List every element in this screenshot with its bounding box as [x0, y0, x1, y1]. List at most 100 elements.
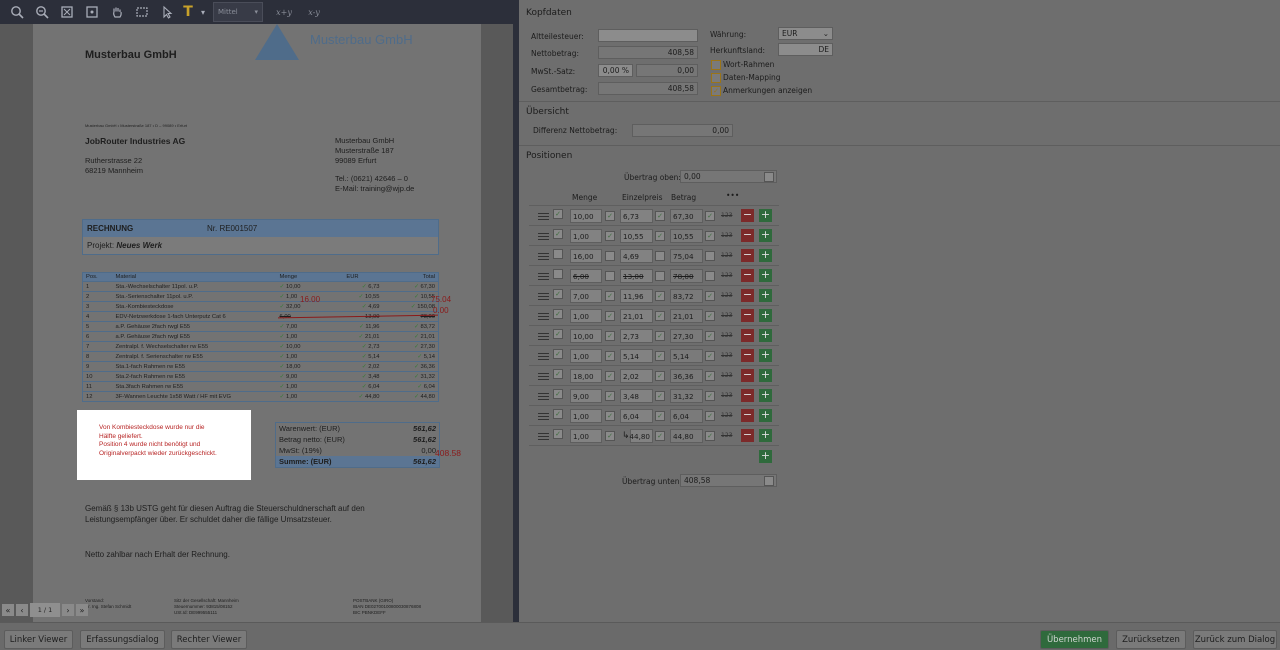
betrag-confirm-checkbox[interactable]: ✓	[705, 411, 715, 421]
betrag-confirm-checkbox[interactable]: ✓	[705, 331, 715, 341]
number-format-icon[interactable]: 123	[721, 412, 732, 419]
zoom-in-icon[interactable]	[4, 0, 29, 24]
einzelpreis-confirm-checkbox[interactable]: ✓	[655, 351, 665, 361]
menge-input[interactable]: 10,00	[570, 209, 602, 223]
row-select-checkbox[interactable]: ✓	[553, 209, 563, 219]
drag-handle-icon[interactable]	[538, 393, 549, 400]
row-select-checkbox[interactable]: ✓	[553, 329, 563, 339]
menge-input[interactable]: 1,00	[570, 349, 602, 363]
fit-width-icon[interactable]	[79, 0, 104, 24]
add-row-button[interactable]: +	[759, 289, 772, 302]
linker-viewer-button[interactable]: Linker Viewer	[4, 630, 73, 649]
betrag-input[interactable]: 44,80	[670, 429, 703, 443]
wort-rahmen-checkbox[interactable]	[711, 60, 721, 70]
formula-subtract-button[interactable]: x-y	[299, 8, 329, 17]
betrag-input[interactable]: 67,30	[670, 209, 703, 223]
text-tool-icon[interactable]: T	[179, 0, 197, 24]
betrag-confirm-checkbox[interactable]: ✓	[705, 431, 715, 441]
drag-handle-icon[interactable]	[538, 413, 549, 420]
remove-row-button[interactable]: −	[741, 269, 754, 282]
uebertrag-oben-checkbox[interactable]	[764, 172, 774, 182]
number-format-icon[interactable]: 123	[721, 312, 732, 319]
number-format-icon[interactable]: 123	[721, 252, 732, 259]
einzelpreis-input[interactable]: 13,00	[620, 269, 653, 283]
drag-handle-icon[interactable]	[538, 333, 549, 340]
einzelpreis-input[interactable]: 4,69	[620, 249, 653, 263]
einzelpreis-confirm-checkbox[interactable]: ✓	[655, 291, 665, 301]
number-format-icon[interactable]: 123	[721, 292, 732, 299]
menge-input[interactable]: 7,00	[570, 289, 602, 303]
number-format-icon[interactable]: 123	[721, 352, 732, 359]
betrag-confirm-checkbox[interactable]: ✓	[705, 371, 715, 381]
add-row-button[interactable]: +	[759, 249, 772, 262]
add-row-button[interactable]: +	[759, 229, 772, 242]
gesamtbetrag-input[interactable]: 408,58	[598, 82, 698, 95]
betrag-confirm-checkbox[interactable]: ✓	[705, 351, 715, 361]
einzelpreis-input[interactable]: 2,73	[620, 329, 653, 343]
remove-row-button[interactable]: −	[741, 389, 754, 402]
einzelpreis-confirm-checkbox[interactable]: ✓	[655, 211, 665, 221]
remove-row-button[interactable]: −	[741, 229, 754, 242]
fit-page-icon[interactable]	[54, 0, 79, 24]
row-select-checkbox[interactable]: ✓	[553, 429, 563, 439]
einzelpreis-input[interactable]: 2,02	[620, 369, 653, 383]
row-select-checkbox[interactable]	[553, 269, 563, 279]
daten-mapping-checkbox[interactable]	[711, 73, 721, 83]
waehrung-select[interactable]: EUR ⌄	[778, 27, 833, 40]
einzelpreis-confirm-checkbox[interactable]: ✓	[655, 411, 665, 421]
remove-row-button[interactable]: −	[741, 309, 754, 322]
row-select-checkbox[interactable]	[553, 249, 563, 259]
uebernehmen-button[interactable]: Übernehmen	[1040, 630, 1109, 649]
menge-confirm-checkbox[interactable]	[605, 271, 615, 281]
betrag-confirm-checkbox[interactable]: ✓	[705, 231, 715, 241]
add-row-button[interactable]: +	[759, 389, 772, 402]
einzelpreis-confirm-checkbox[interactable]: ✓	[655, 431, 665, 441]
betrag-input[interactable]: 5,14	[670, 349, 703, 363]
number-format-icon[interactable]: 123	[721, 392, 732, 399]
menge-input[interactable]: 1,00	[570, 429, 602, 443]
menge-input[interactable]: 18,00	[570, 369, 602, 383]
mwst-value-input[interactable]: 0,00	[636, 64, 698, 77]
einzelpreis-confirm-checkbox[interactable]: ✓	[655, 391, 665, 401]
row-select-checkbox[interactable]: ✓	[553, 309, 563, 319]
erfassungsdialog-button[interactable]: Erfassungsdialog	[80, 630, 165, 649]
add-row-button[interactable]: +	[759, 349, 772, 362]
betrag-input[interactable]: 27,30	[670, 329, 703, 343]
einzelpreis-input[interactable]: 21,01	[620, 309, 653, 323]
zoom-select[interactable]: Mittel ▾	[213, 2, 263, 22]
betrag-confirm-checkbox[interactable]: ✓	[705, 291, 715, 301]
prev-page-button[interactable]: ‹	[16, 604, 28, 616]
row-select-checkbox[interactable]: ✓	[553, 229, 563, 239]
drag-handle-icon[interactable]	[538, 353, 549, 360]
herkunftsland-input[interactable]: DE	[778, 43, 833, 56]
row-select-checkbox[interactable]: ✓	[553, 409, 563, 419]
menge-input[interactable]: 1,00	[570, 409, 602, 423]
menge-confirm-checkbox[interactable]: ✓	[605, 231, 615, 241]
nettobetrag-input[interactable]: 408,58	[598, 46, 698, 59]
remove-row-button[interactable]: −	[741, 429, 754, 442]
altteilesteuer-input[interactable]	[598, 29, 698, 42]
betrag-input[interactable]: 75,04	[670, 249, 703, 263]
menge-confirm-checkbox[interactable]: ✓	[605, 331, 615, 341]
drag-handle-icon[interactable]	[538, 233, 549, 240]
number-format-icon[interactable]: 123	[721, 212, 732, 219]
uebertrag-oben-input[interactable]: 0,00	[680, 170, 777, 183]
menge-confirm-checkbox[interactable]: ✓	[605, 351, 615, 361]
einzelpreis-confirm-checkbox[interactable]: ✓	[655, 371, 665, 381]
einzelpreis-input[interactable]: 5,14	[620, 349, 653, 363]
menge-confirm-checkbox[interactable]: ✓	[605, 291, 615, 301]
einzelpreis-input[interactable]: 6,04	[620, 409, 653, 423]
first-page-button[interactable]: «	[2, 604, 14, 616]
zoom-out-icon[interactable]	[29, 0, 54, 24]
number-format-icon[interactable]: 123	[721, 232, 732, 239]
betrag-input[interactable]: 10,55	[670, 229, 703, 243]
add-row-button[interactable]: +	[759, 369, 772, 382]
menge-confirm-checkbox[interactable]: ✓	[605, 431, 615, 441]
add-row-button[interactable]: +	[759, 269, 772, 282]
row-select-checkbox[interactable]: ✓	[553, 389, 563, 399]
betrag-confirm-checkbox[interactable]: ✓	[705, 391, 715, 401]
drag-handle-icon[interactable]	[538, 313, 549, 320]
zurueck-zum-dialog-button[interactable]: Zurück zum Dialog	[1193, 630, 1277, 649]
remove-row-button[interactable]: −	[741, 289, 754, 302]
formula-add-button[interactable]: x+y	[269, 8, 299, 17]
